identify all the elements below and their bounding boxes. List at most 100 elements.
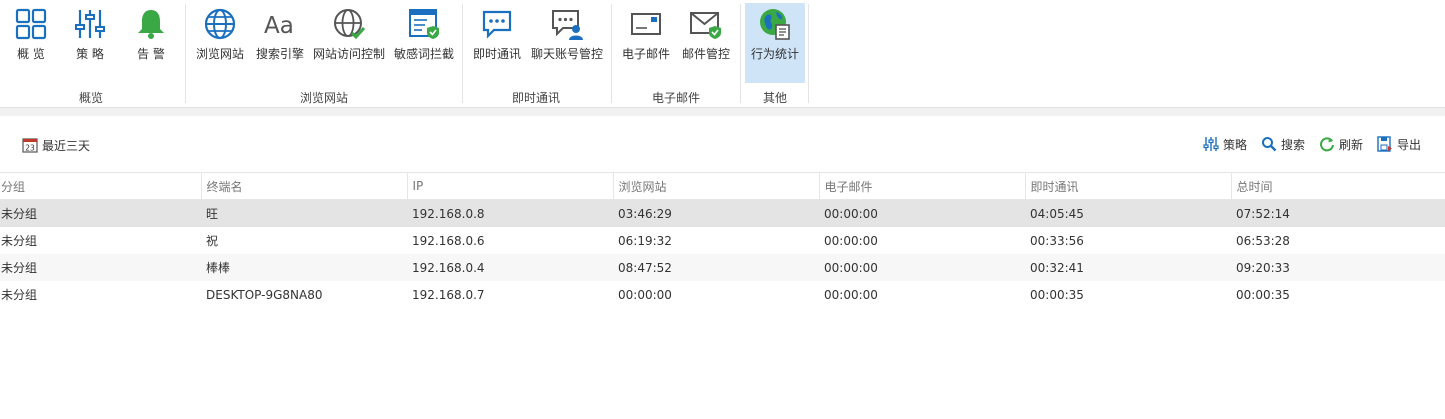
cell-ip: 192.168.0.8 bbox=[412, 206, 485, 221]
mail-control-button[interactable]: 邮件管控 bbox=[679, 3, 733, 83]
group-separator bbox=[808, 4, 809, 103]
cell-group: 未分组 bbox=[1, 207, 38, 221]
export-icon bbox=[1377, 136, 1392, 152]
cell-browse: 08:47:52 bbox=[618, 260, 672, 275]
table-row[interactable]: 未分组 祝 192.168.0.6 06:19:32 00:00:00 00:3… bbox=[0, 227, 1445, 254]
cell-email: 00:00:00 bbox=[824, 287, 878, 302]
cell-im: 00:32:41 bbox=[1030, 260, 1084, 275]
behavior-stats-table: 分组 终端名 IP 浏览网站 电子邮件 即时通讯 总时间 未分组 旺 192.1… bbox=[0, 172, 1445, 308]
chat-account-control-label: 聊天账号管控 bbox=[530, 47, 603, 61]
bell-icon bbox=[138, 10, 164, 39]
group-separator bbox=[611, 4, 612, 103]
chat-bubble-icon bbox=[482, 10, 512, 39]
cell-group: 未分组 bbox=[1, 261, 38, 275]
sliders-icon bbox=[1203, 137, 1219, 151]
cell-im: 00:00:35 bbox=[1030, 287, 1084, 302]
group-label-other: 其他 bbox=[762, 91, 787, 105]
overview-button[interactable]: 概 览 bbox=[4, 3, 58, 83]
cell-group: 未分组 bbox=[1, 288, 38, 302]
chat-user-icon bbox=[552, 10, 583, 40]
cell-terminal: 祝 bbox=[206, 234, 219, 248]
group-label-email: 电子邮件 bbox=[651, 91, 700, 105]
behavior-stats-label: 行为统计 bbox=[750, 47, 799, 61]
table-row[interactable]: 未分组 棒棒 192.168.0.4 08:47:52 00:00:00 00:… bbox=[0, 254, 1445, 281]
font-aa-icon: Aa bbox=[264, 13, 294, 39]
globe-icon bbox=[204, 8, 236, 40]
sensitive-word-block-label: 敏感词拦截 bbox=[393, 47, 454, 61]
cell-ip: 192.168.0.4 bbox=[412, 260, 485, 275]
svg-text:Aa: Aa bbox=[264, 13, 294, 39]
cell-terminal: 棒棒 bbox=[206, 261, 231, 275]
search-engine-button[interactable]: Aa 搜索引擎 bbox=[252, 3, 308, 83]
date-range-selector[interactable]: 23 最近三天 bbox=[22, 136, 90, 154]
cell-email: 00:00:00 bbox=[824, 206, 878, 221]
column-header-email[interactable]: 电子邮件 bbox=[818, 172, 1025, 200]
browse-websites-button[interactable]: 浏览网站 bbox=[193, 3, 247, 83]
ribbon: 概 览 策 略 告 警 概览 浏览网站 Aa 搜索引擎 网站访问控制 敏感词拦截… bbox=[0, 0, 1445, 108]
search-button[interactable]: 搜索 bbox=[1261, 136, 1305, 153]
column-header-browse[interactable]: 浏览网站 bbox=[612, 172, 819, 200]
policy-label: 策 略 bbox=[76, 47, 104, 61]
date-range-label: 最近三天 bbox=[42, 138, 91, 153]
alert-button[interactable]: 告 警 bbox=[124, 3, 178, 83]
column-header-group[interactable]: 分组 bbox=[0, 172, 201, 200]
alert-label: 告 警 bbox=[137, 47, 165, 61]
search-label: 搜索 bbox=[1280, 137, 1305, 152]
cell-total: 06:53:28 bbox=[1236, 233, 1290, 248]
refresh-icon bbox=[1320, 137, 1334, 152]
table-row[interactable]: 未分组 旺 192.168.0.8 03:46:29 00:00:00 04:0… bbox=[0, 199, 1445, 227]
email-label: 电子邮件 bbox=[621, 47, 670, 61]
email-button[interactable]: 电子邮件 bbox=[618, 3, 674, 83]
website-access-control-label: 网站访问控制 bbox=[312, 47, 385, 61]
group-separator bbox=[462, 4, 463, 103]
chat-account-control-button[interactable]: 聊天账号管控 bbox=[529, 3, 605, 83]
group-label-overview: 概览 bbox=[78, 91, 103, 105]
column-header-total[interactable]: 总时间 bbox=[1230, 172, 1445, 200]
export-label: 导出 bbox=[1396, 137, 1421, 152]
envelope-icon bbox=[631, 13, 661, 35]
envelope-shield-icon bbox=[690, 12, 721, 39]
cell-total: 00:00:35 bbox=[1236, 287, 1290, 302]
cell-total: 07:52:14 bbox=[1236, 206, 1290, 221]
column-header-terminal[interactable]: 终端名 bbox=[200, 172, 407, 200]
cell-email: 00:00:00 bbox=[824, 260, 878, 275]
globe-check-icon bbox=[334, 9, 366, 40]
calendar-icon: 23 bbox=[22, 138, 38, 153]
cell-ip: 192.168.0.6 bbox=[412, 233, 485, 248]
action-toolbar: 策略 搜索 刷新 导出 bbox=[1203, 135, 1421, 153]
group-label-im: 即时通讯 bbox=[511, 91, 560, 105]
instant-messaging-button[interactable]: 即时通讯 bbox=[470, 3, 524, 83]
browse-websites-label: 浏览网站 bbox=[195, 47, 244, 61]
cell-ip: 192.168.0.7 bbox=[412, 287, 485, 302]
policy-action-button[interactable]: 策略 bbox=[1203, 136, 1247, 153]
column-header-ip[interactable]: IP bbox=[406, 172, 613, 200]
grid-icon bbox=[15, 8, 47, 40]
cell-browse: 00:00:00 bbox=[618, 287, 672, 302]
cell-group: 未分组 bbox=[1, 234, 38, 248]
refresh-button[interactable]: 刷新 bbox=[1319, 136, 1363, 153]
instant-messaging-label: 即时通讯 bbox=[472, 47, 521, 61]
group-separator bbox=[740, 4, 741, 103]
sensitive-word-block-button[interactable]: 敏感词拦截 bbox=[392, 3, 456, 83]
cell-terminal: DESKTOP-9G8NA80 bbox=[206, 287, 323, 302]
group-separator bbox=[185, 4, 186, 103]
mail-control-label: 邮件管控 bbox=[681, 47, 730, 61]
website-access-control-button[interactable]: 网站访问控制 bbox=[311, 3, 387, 83]
table-row[interactable]: 未分组 DESKTOP-9G8NA80 192.168.0.7 00:00:00… bbox=[0, 281, 1445, 308]
document-shield-icon bbox=[409, 9, 439, 39]
export-button[interactable]: 导出 bbox=[1377, 136, 1421, 153]
policy-action-label: 策略 bbox=[1222, 137, 1247, 152]
cell-email: 00:00:00 bbox=[824, 233, 878, 248]
cell-terminal: 旺 bbox=[206, 207, 219, 221]
table-header-row: 分组 终端名 IP 浏览网站 电子邮件 即时通讯 总时间 bbox=[0, 172, 1445, 200]
policy-button[interactable]: 策 略 bbox=[63, 3, 117, 83]
globe-report-icon bbox=[760, 9, 790, 40]
search-engine-label: 搜索引擎 bbox=[255, 47, 304, 61]
column-header-im[interactable]: 即时通讯 bbox=[1024, 172, 1231, 200]
behavior-stats-button[interactable]: 行为统计 bbox=[745, 3, 805, 83]
refresh-label: 刷新 bbox=[1338, 137, 1363, 152]
overview-label: 概 览 bbox=[17, 47, 45, 61]
sliders-icon bbox=[75, 10, 105, 38]
cell-browse: 06:19:32 bbox=[618, 233, 672, 248]
ribbon-divider bbox=[0, 108, 1445, 116]
